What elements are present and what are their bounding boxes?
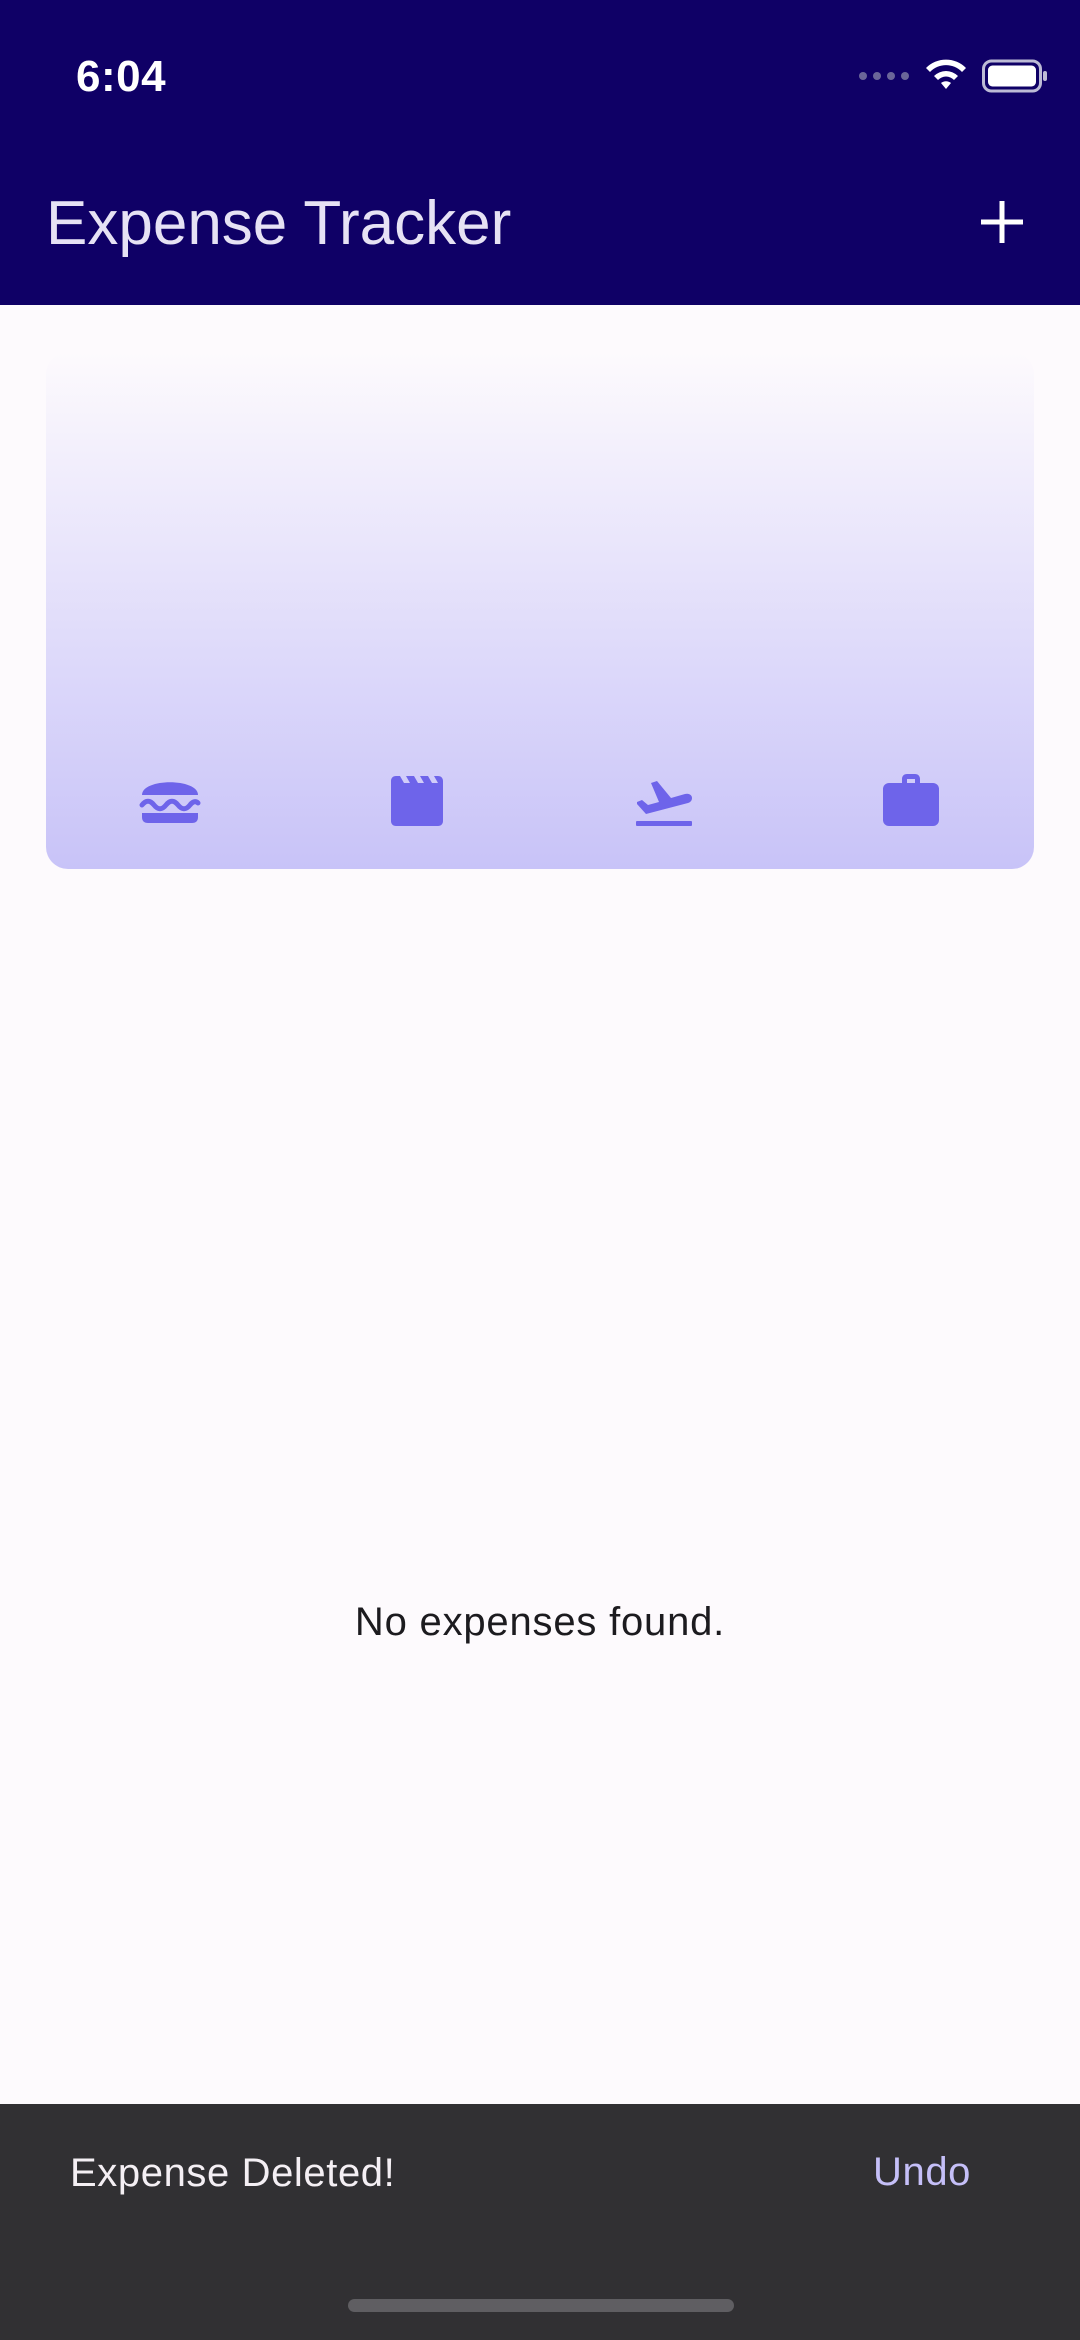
undo-button[interactable]: Undo [852, 2132, 992, 2212]
chart-bar-slot [842, 388, 972, 758]
chart-bar-slot [353, 388, 483, 758]
snackbar-message: Expense Deleted! [70, 2151, 396, 2195]
category-work [787, 760, 1034, 840]
flight-takeoff-icon [635, 781, 692, 826]
battery-icon [982, 59, 1047, 93]
add-expense-button[interactable] [970, 190, 1034, 254]
category-food [46, 760, 293, 840]
app-bar: 6:04 Expense Tracker [0, 0, 1080, 305]
briefcase-icon [882, 774, 939, 826]
status-icons [858, 56, 1048, 96]
home-indicator [348, 2299, 734, 2312]
movie-clapper-icon [390, 776, 443, 826]
cellular-signal-icon [859, 72, 909, 80]
chart-bar-slot [597, 388, 727, 758]
empty-state-message: No expenses found. [354, 1600, 726, 1644]
category-travel [540, 760, 787, 840]
burger-icon [139, 782, 200, 823]
expense-chart [46, 352, 1034, 869]
add-icon [981, 201, 1023, 243]
page-title: Expense Tracker [46, 189, 512, 258]
chart-bars [108, 388, 972, 758]
status-time: 6:04 [76, 52, 167, 101]
chart-bar-slot [108, 388, 238, 758]
category-leisure [293, 760, 540, 840]
category-icons [46, 760, 1034, 840]
wifi-icon [926, 59, 966, 89]
